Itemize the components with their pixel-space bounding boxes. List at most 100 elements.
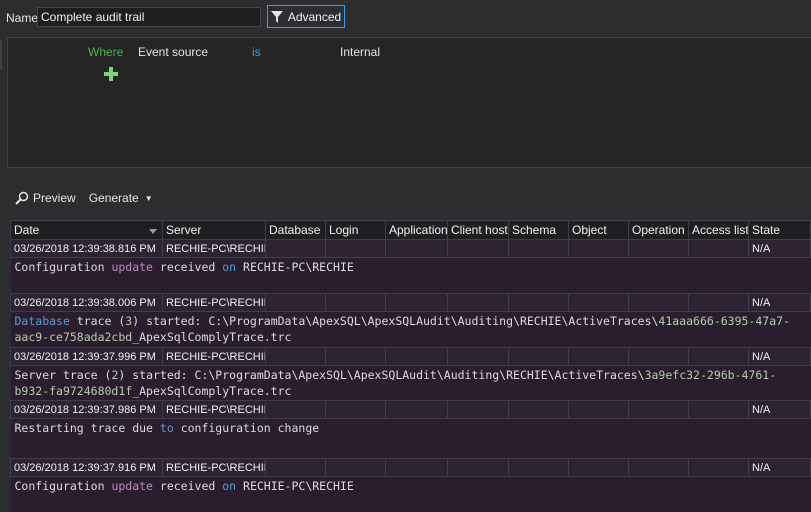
detail-segment: ) started: C:\ProgramData\ApexSQL\ApexSQ… <box>132 314 659 328</box>
cell-empty <box>447 293 509 312</box>
column-header[interactable]: Schema <box>508 220 569 240</box>
cell-date: 03/26/2018 12:39:38.006 PM <box>10 293 163 312</box>
detail-segment: on <box>222 260 237 274</box>
cell-empty <box>385 347 448 366</box>
cell-empty <box>265 347 326 366</box>
cell-empty <box>628 458 689 477</box>
generate-dropdown[interactable]: Generate ▼ <box>89 191 153 205</box>
cell-empty <box>568 293 629 312</box>
cell-empty <box>508 400 569 419</box>
detail-segment: trace ( <box>69 314 126 328</box>
row-detail: Database trace (3) started: C:\ProgramDa… <box>10 311 811 348</box>
detail-segment: ) started: C:\ProgramData\ApexSQL\ApexSQ… <box>118 368 645 382</box>
detail-segment: RECHIE-PC\RECHIE <box>236 479 354 493</box>
cell-empty <box>325 400 386 419</box>
cell-empty <box>628 293 689 312</box>
magnifier-icon <box>15 191 29 205</box>
detail-segment: Configuration <box>14 260 112 274</box>
cell-empty <box>325 293 386 312</box>
row-detail: Server trace (2) started: C:\ProgramData… <box>10 365 811 401</box>
advanced-button-label: Advanced <box>287 9 342 24</box>
cell-date: 03/26/2018 12:39:37.986 PM <box>10 400 163 419</box>
cell-empty <box>688 347 749 366</box>
detail-segment: Configuration <box>14 479 112 493</box>
column-header[interactable]: Database <box>265 220 326 240</box>
sort-desc-icon <box>149 229 157 234</box>
table-row[interactable]: 03/26/2018 12:39:37.996 PM RECHIE-PC\RECH… <box>10 347 811 366</box>
row-detail: Restarting trace due to configuration ch… <box>10 418 811 459</box>
cell-date: 03/26/2018 12:39:37.916 PM <box>10 458 163 477</box>
column-header[interactable]: Application <box>385 220 448 240</box>
cell-empty <box>688 458 749 477</box>
table-row[interactable]: 03/26/2018 12:39:37.916 PM RECHIE-PC\RECH… <box>10 458 811 477</box>
cell-empty <box>265 400 326 419</box>
condition-field[interactable]: Event source <box>138 45 208 59</box>
detail-segment: update <box>111 260 153 274</box>
where-keyword[interactable]: Where <box>88 45 123 59</box>
cell-server: RECHIE-PC\RECHIE <box>162 293 266 312</box>
detail-text: Configuration update received on RECHIE-… <box>10 476 811 512</box>
cell-server: RECHIE-PC\RECHIE <box>162 347 266 366</box>
preview-label: Preview <box>33 191 76 205</box>
detail-segment: configuration change <box>173 421 320 435</box>
cell-empty <box>568 239 629 258</box>
cell-empty <box>385 293 448 312</box>
detail-segment: _ApexSqlComplyTrace.trc <box>132 384 292 398</box>
column-header[interactable]: Login <box>325 220 386 240</box>
cell-server: RECHIE-PC\RECHIE <box>162 458 266 477</box>
cell-empty <box>385 400 448 419</box>
column-header[interactable]: Operation <box>628 220 689 240</box>
plus-icon[interactable] <box>103 66 119 82</box>
cell-state: N/A <box>748 400 811 419</box>
detail-segment: _ApexSqlComplyTrace.trc <box>132 330 292 344</box>
detail-text: Database trace (3) started: C:\ProgramDa… <box>10 311 811 348</box>
audit-table: Date Server Database Login Application C… <box>10 220 811 512</box>
table-row[interactable]: 03/26/2018 12:39:38.006 PM RECHIE-PC\RECH… <box>10 293 811 312</box>
condition-operator[interactable]: is <box>252 45 261 59</box>
generate-label: Generate <box>88 191 139 205</box>
cell-empty <box>265 239 326 258</box>
cell-empty <box>568 458 629 477</box>
cell-empty <box>688 293 749 312</box>
cell-empty <box>265 293 326 312</box>
cell-empty <box>628 347 689 366</box>
cell-empty <box>265 458 326 477</box>
table-row[interactable]: 03/26/2018 12:39:38.816 PM RECHIE-PC\RECH… <box>10 239 811 258</box>
cell-empty <box>568 347 629 366</box>
cell-empty <box>628 239 689 258</box>
caret-down-icon: ▼ <box>144 193 153 203</box>
cell-empty <box>508 347 569 366</box>
cell-empty <box>325 458 386 477</box>
cell-empty <box>447 400 509 419</box>
cell-empty <box>508 458 569 477</box>
condition-value[interactable]: Internal <box>340 45 380 59</box>
detail-text: Server trace (2) started: C:\ProgramData… <box>10 365 811 401</box>
cell-empty <box>568 400 629 419</box>
name-input[interactable] <box>37 7 261 27</box>
header-row: Date Server Database Login Application C… <box>10 220 811 240</box>
detail-segment: on <box>222 479 237 493</box>
detail-segment: received <box>152 260 223 274</box>
cell-empty <box>325 347 386 366</box>
cell-empty <box>447 458 509 477</box>
cell-state: N/A <box>748 458 811 477</box>
column-header[interactable]: Client host <box>447 220 509 240</box>
column-header[interactable]: Object <box>568 220 629 240</box>
toolbar: Preview Generate ▼ <box>15 191 166 205</box>
detail-text: Restarting trace due to configuration ch… <box>10 418 811 459</box>
cell-empty <box>508 293 569 312</box>
cell-date: 03/26/2018 12:39:37.996 PM <box>10 347 163 366</box>
detail-segment: to <box>159 421 174 435</box>
table-row[interactable]: 03/26/2018 12:39:37.986 PM RECHIE-PC\RECH… <box>10 400 811 419</box>
preview-button[interactable]: Preview <box>15 191 76 205</box>
column-header[interactable]: Access list <box>688 220 749 240</box>
column-header[interactable]: State <box>748 220 811 240</box>
cell-empty <box>688 239 749 258</box>
cell-state: N/A <box>748 347 811 366</box>
name-label: Name <box>6 11 39 25</box>
column-header[interactable]: Date <box>10 220 163 240</box>
column-header[interactable]: Server <box>162 220 266 240</box>
audit-grid[interactable]: Date Server Database Login Application C… <box>10 220 811 512</box>
advanced-button[interactable]: Advanced <box>267 5 345 28</box>
cell-empty <box>325 239 386 258</box>
